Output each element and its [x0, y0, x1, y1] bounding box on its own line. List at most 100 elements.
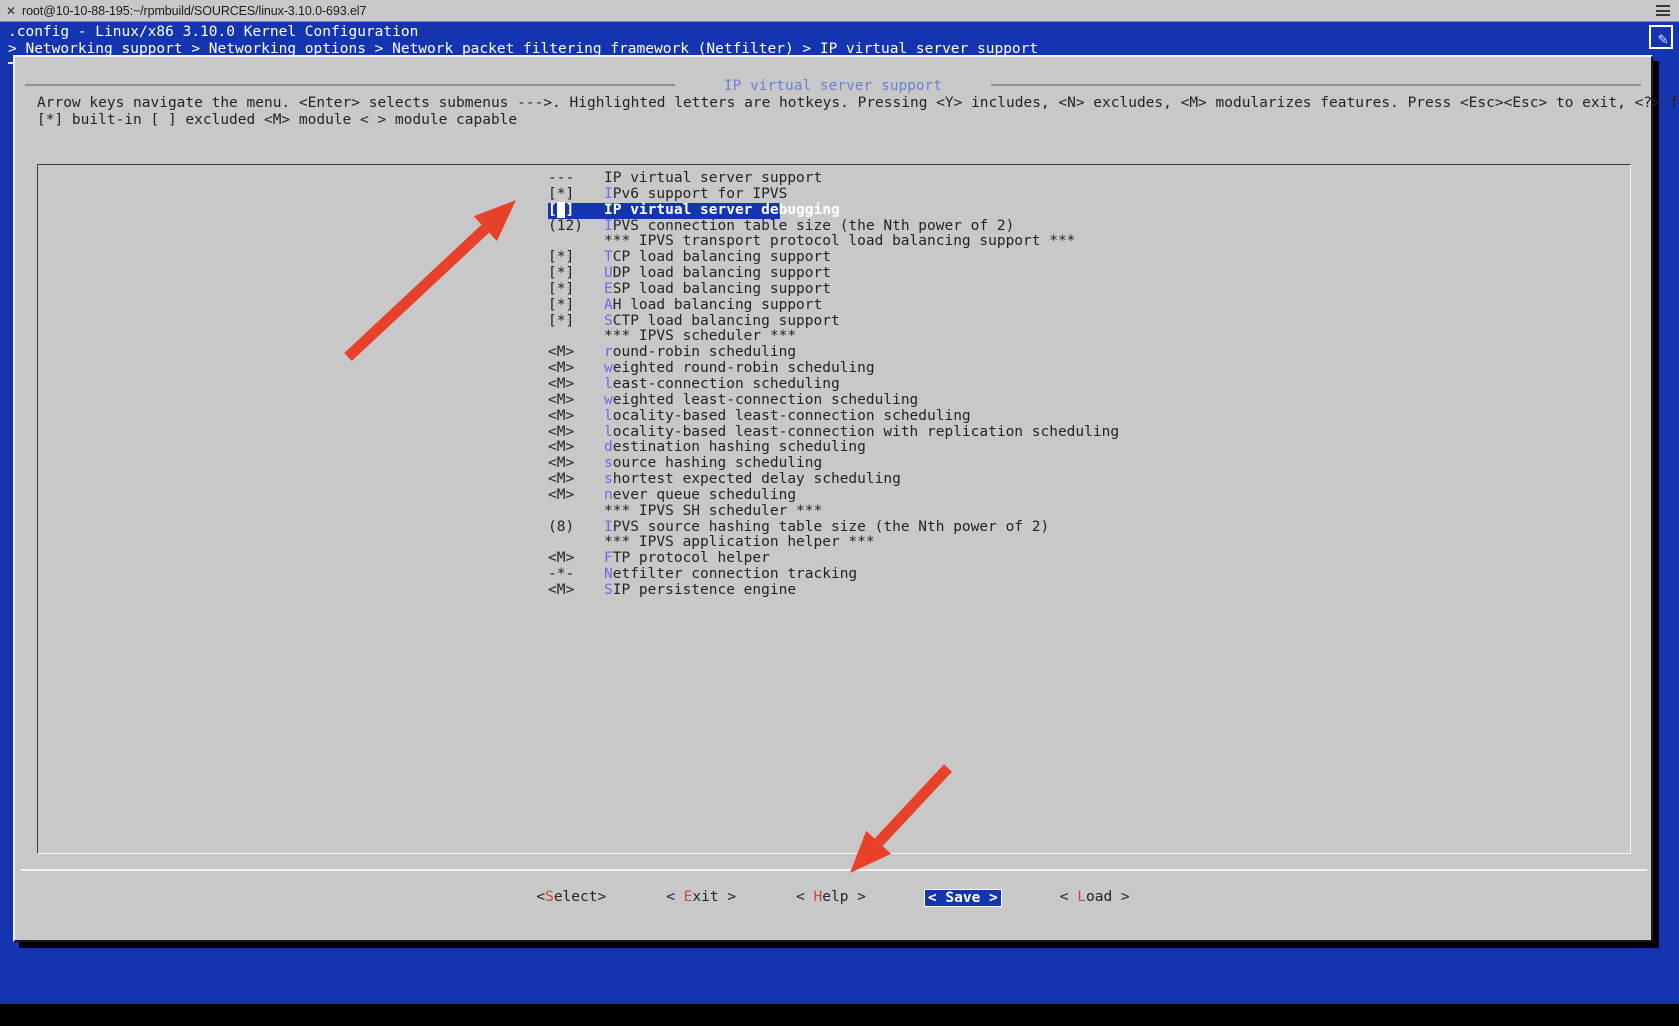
list-item[interactable]: *** IPVS transport protocol load balanci… — [548, 233, 1618, 250]
option-label: eighted round-robin scheduling — [612, 360, 875, 377]
option-label: CTP load balancing support — [612, 312, 840, 329]
button-suffix: xit > — [692, 889, 737, 905]
option-state-marker: [*] — [548, 296, 575, 313]
option-state-marker: <M> — [548, 391, 575, 408]
config-option-list[interactable]: --- IP virtual server support [*] IPv6 supp… — [37, 164, 1631, 854]
edit-pencil-icon[interactable]: ✎ — [1649, 25, 1673, 49]
button-suffix: ave > — [954, 890, 998, 906]
dialog-title-rule-left — [25, 84, 675, 86]
option-hotkey-letter: w — [604, 391, 613, 408]
list-item[interactable]: *** IPVS scheduler *** — [548, 329, 1618, 345]
dialog-help-text: Arrow keys navigate the menu. <Enter> se… — [37, 95, 1679, 128]
option-hotkey-letter: s — [604, 471, 613, 488]
list-item[interactable]: (12) IPVS connection table size (the Nth … — [548, 217, 1618, 235]
option-hotkey-letter: E — [604, 280, 613, 297]
option-label: ound-robin scheduling — [612, 344, 797, 361]
option-label: *** IPVS SH scheduler *** — [604, 502, 823, 519]
option-hotkey-letter: A — [604, 296, 613, 313]
option-hotkey-letter: s — [604, 455, 613, 472]
list-item[interactable]: [ ] IP virtual server debugging — [548, 201, 840, 219]
option-label: ocality-based least-connection schedulin… — [612, 407, 971, 424]
save-button[interactable]: < Save > — [923, 889, 1002, 907]
option-state-marker: -*- — [548, 566, 575, 583]
list-item[interactable]: <M> locality-based least-connection sched… — [548, 407, 1618, 425]
list-item[interactable]: -*- Netfilter connection tracking — [548, 566, 1618, 583]
option-hotkey-letter: I — [604, 217, 613, 234]
list-item[interactable]: <M> SIP persistence engine — [548, 581, 1618, 599]
button-hotkey-letter: H — [813, 889, 823, 905]
list-item[interactable]: <M> round-robin scheduling — [548, 344, 1618, 361]
button-prefix: < — [927, 890, 946, 906]
option-label: P virtual server debugging — [612, 201, 840, 218]
button-prefix: < — [536, 889, 546, 905]
list-item[interactable]: <M> locality-based least-connection with … — [548, 424, 1618, 441]
option-hotkey-letter: l — [604, 375, 613, 392]
option-hotkey-letter: r — [604, 344, 613, 361]
option-hotkey-letter: n — [604, 486, 613, 503]
button-hotkey-letter: S — [945, 890, 955, 906]
option-label: H load balancing support — [612, 296, 823, 313]
list-item[interactable]: <M> source hashing scheduling — [548, 455, 1618, 472]
option-state-marker: <M> — [548, 439, 575, 456]
option-state-marker: [*] — [548, 312, 575, 329]
option-state-marker: [*] — [548, 280, 575, 297]
list-item[interactable]: <M> least-connection scheduling — [548, 375, 1618, 393]
option-hotkey-letter: F — [604, 550, 613, 567]
option-hotkey-letter: I — [604, 185, 613, 202]
option-hotkey-letter: d — [604, 439, 613, 456]
list-item[interactable]: *** IPVS application helper *** — [548, 534, 1618, 551]
option-label: Pv6 support for IPVS — [612, 185, 788, 202]
hamburger-menu-icon[interactable] — [1655, 3, 1671, 18]
option-label: *** IPVS transport protocol load balanci… — [604, 233, 1076, 250]
select-button[interactable]: <Select> — [534, 889, 608, 907]
button-hotkey-letter: S — [545, 889, 554, 905]
list-item[interactable]: [*] UDP load balancing support — [548, 265, 1618, 282]
option-label: *** IPVS application helper *** — [604, 534, 875, 551]
option-hotkey-letter: l — [604, 407, 613, 424]
list-item[interactable]: <M> never queue scheduling — [548, 486, 1618, 504]
option-label: PVS connection table size (the Nth power… — [612, 217, 1015, 234]
list-item[interactable]: *** IPVS SH scheduler *** — [548, 502, 1618, 520]
close-icon[interactable]: ✕ — [0, 4, 22, 18]
menuconfig-header: .config - Linux/x86 3.10.0 Kernel Config… — [8, 24, 1658, 58]
option-label: PVS source hashing table size (the Nth p… — [612, 518, 1050, 535]
exit-button[interactable]: < Exit > — [664, 889, 738, 907]
button-hotkey-letter: L — [1077, 889, 1086, 905]
option-state-marker: <M> — [548, 471, 575, 488]
list-item[interactable]: [*] SCTP load balancing support — [548, 312, 1618, 330]
list-item[interactable]: (8) IPVS source hashing table size (the N… — [548, 518, 1618, 536]
list-item[interactable]: <M> shortest expected delay scheduling — [548, 471, 1618, 488]
list-item[interactable]: <M> FTP protocol helper — [548, 550, 1618, 567]
option-state-marker: [*] — [548, 265, 575, 282]
option-hotkey-letter: S — [604, 312, 613, 329]
help-line-2: [*] built-in [ ] excluded <M> module < >… — [37, 111, 518, 128]
dialog-title-text: IP virtual server support — [717, 78, 949, 94]
list-item[interactable]: [*] IPv6 support for IPVS — [548, 185, 1618, 203]
button-suffix: elect> — [553, 889, 607, 905]
option-label: CP load balancing support — [612, 249, 831, 266]
list-item[interactable]: <M> destination hashing scheduling — [548, 439, 1618, 456]
option-state-marker: <M> — [548, 375, 575, 392]
option-hotkey-letter: T — [604, 249, 613, 266]
option-label: *** IPVS scheduler *** — [604, 328, 797, 345]
dialog-title-rule-right — [991, 84, 1641, 86]
option-state-marker: (12) — [548, 217, 583, 234]
help-button[interactable]: < Help > — [794, 889, 868, 907]
dialog-button-bar: <Select> < Exit > < Help > < Save > < Load > — [15, 889, 1651, 907]
option-label: IP persistence engine — [612, 581, 797, 598]
terminal-bottom-margin — [0, 1004, 1679, 1026]
list-item[interactable]: [*] AH load balancing support — [548, 296, 1618, 314]
option-state-marker: <M> — [548, 455, 575, 472]
list-item[interactable]: <M> weighted least-connection scheduling — [548, 391, 1618, 409]
list-item[interactable]: [*] TCP load balancing support — [548, 249, 1618, 266]
list-item[interactable]: <M> weighted round-robin scheduling — [548, 360, 1618, 377]
option-label: IP virtual server support — [604, 170, 823, 186]
load-button[interactable]: < Load > — [1058, 889, 1132, 907]
option-state-marker: <M> — [548, 486, 575, 503]
list-item[interactable]: [*] ESP load balancing support — [548, 280, 1618, 298]
list-item[interactable]: --- IP virtual server support — [548, 170, 1618, 187]
help-line-1: Arrow keys navigate the menu. <Enter> se… — [37, 95, 1679, 111]
button-suffix: oad > — [1085, 889, 1130, 905]
option-label: TP protocol helper — [612, 550, 770, 567]
option-label: etfilter connection tracking — [612, 566, 858, 583]
